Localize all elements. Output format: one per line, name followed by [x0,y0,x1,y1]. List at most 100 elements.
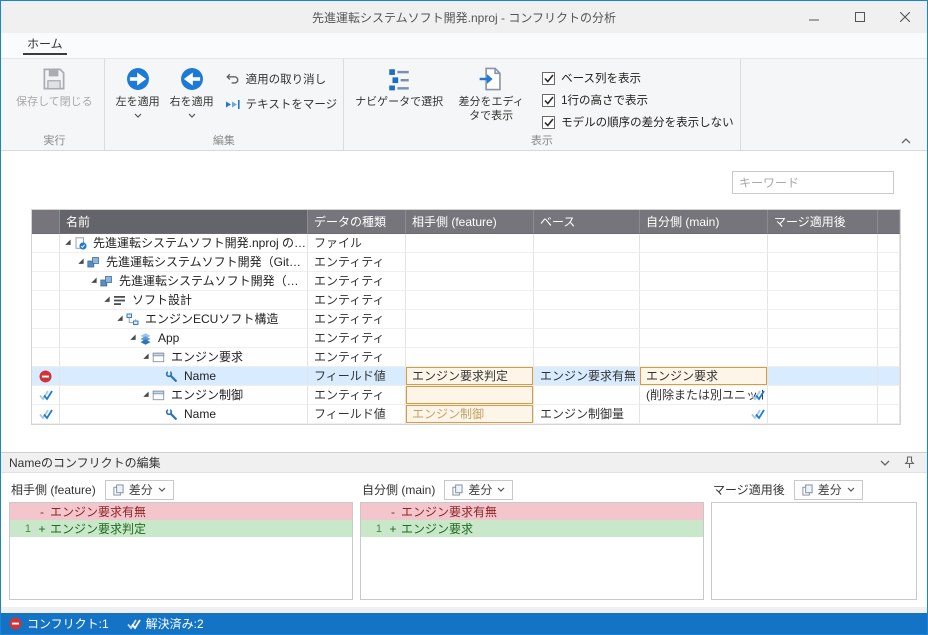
base-cell[interactable] [534,310,640,329]
mine-cell[interactable] [640,253,768,272]
name-cell[interactable]: Name [60,405,308,424]
name-cell[interactable]: ◢先進運転システムソフト開発.nproj の差分 [60,234,308,253]
minimize-button[interactable] [792,1,837,33]
merge-text-button[interactable]: テキストをマージ [225,96,337,112]
partner-cell[interactable] [406,310,534,329]
table-row[interactable]: ◢先進運転システムソフト開発（Gitデモ）エンティティ [32,272,900,291]
undo-apply-button[interactable]: 適用の取り消し [225,71,337,87]
merged-cell[interactable] [768,310,878,329]
base-cell[interactable] [534,272,640,291]
partner-cell[interactable] [406,272,534,291]
table-row[interactable]: ◢エンジンECUソフト構造エンティティ [32,310,900,329]
base-cell[interactable]: エンジン制御量 [534,405,640,424]
merged-cell[interactable] [768,291,878,310]
table-row[interactable]: ◢Appエンティティ [32,329,900,348]
base-cell[interactable] [534,253,640,272]
table-row[interactable]: ◢エンジン制御エンティティ(削除または別ユニットに.. [32,386,900,405]
name-cell[interactable]: ◢エンジン要求 [60,348,308,367]
tree-expander-icon[interactable]: ◢ [140,348,152,366]
merged-cell[interactable] [768,234,878,253]
base-cell[interactable] [534,234,640,253]
partner-cell[interactable]: エンジン制御 [406,405,534,424]
ribbon-collapse-button[interactable] [901,138,911,144]
base-cell[interactable]: エンジン要求有無 [534,367,640,386]
apply-left-button[interactable]: 左を適用 [111,62,165,118]
apply-right-button[interactable]: 右を適用 [165,62,219,118]
partner-cell[interactable] [406,253,534,272]
save-and-close-button[interactable]: 保存して閉じる [11,62,98,110]
diff-content[interactable]: -エンジン要求有無1+エンジン要求判定 [9,502,353,600]
column-header-0[interactable]: 名前 [60,210,308,234]
view-checkbox-1[interactable]: 1行の高さで表示 [542,92,734,108]
base-cell[interactable] [534,291,640,310]
mine-cell[interactable] [640,329,768,348]
partner-cell[interactable] [406,348,534,367]
base-cell[interactable] [534,348,640,367]
table-row[interactable]: Nameフィールド値エンジン制御エンジン制御量 [32,405,900,424]
table-row[interactable]: ◢先進運転システムソフト開発（Gitデモ）エンティティ [32,253,900,272]
mine-cell[interactable] [640,310,768,329]
merged-cell[interactable] [768,367,878,386]
tree-expander-icon[interactable]: ◢ [101,291,113,309]
pin-icon[interactable] [904,456,915,469]
tree-expander-icon[interactable]: ◢ [75,253,87,271]
table-row[interactable]: ◢エンジン要求エンティティ [32,348,900,367]
collapse-panel-icon[interactable] [880,460,890,466]
show-diff-in-editor-button[interactable]: 差分をエディタで表示 [448,62,534,124]
mine-cell[interactable] [640,234,768,253]
column-header-2[interactable]: 相手側 (feature) [406,210,534,234]
tree-expander-icon[interactable]: ◢ [140,386,152,404]
diff-mode-dropdown[interactable]: 差分 [444,480,513,500]
titlebar[interactable]: 先進運転システムソフト開発.nproj - コンフリクトの分析 [1,1,927,33]
chevron-down-icon[interactable] [134,113,142,118]
name-cell[interactable]: ◢エンジン制御 [60,386,308,405]
mine-cell[interactable]: (削除または別ユニットに.. [640,386,768,405]
merged-cell[interactable] [768,253,878,272]
diff-content[interactable]: -エンジン要求有無1+エンジン要求 [360,502,704,600]
diff-mode-dropdown[interactable]: 差分 [794,480,863,500]
name-cell[interactable]: Name [60,367,308,386]
column-header-1[interactable]: データの種類 [308,210,406,234]
base-cell[interactable] [534,386,640,405]
merged-cell[interactable] [768,405,878,424]
tree-expander-icon[interactable]: ◢ [88,272,100,290]
merged-cell[interactable] [768,272,878,291]
view-checkbox-2[interactable]: モデルの順序の差分を表示しない [542,114,734,130]
name-cell[interactable]: ◢先進運転システムソフト開発（Gitデモ） [60,253,308,272]
name-cell[interactable]: ◢ソフト設計 [60,291,308,310]
view-checkbox-0[interactable]: ベース列を表示 [542,70,734,86]
name-cell[interactable]: ◢エンジンECUソフト構造 [60,310,308,329]
maximize-button[interactable] [837,1,882,33]
column-header-4[interactable]: 自分側 (main) [640,210,768,234]
chevron-down-icon[interactable] [188,113,196,118]
tree-expander-icon[interactable]: ◢ [114,310,126,328]
diff-mode-dropdown[interactable]: 差分 [105,480,174,500]
mine-cell[interactable] [640,272,768,291]
base-cell[interactable] [534,329,640,348]
name-cell[interactable]: ◢先進運転システムソフト開発（Gitデモ） [60,272,308,291]
select-in-navigator-button[interactable]: ナビゲータで選択 [350,62,448,110]
tab-home[interactable]: ホーム [11,31,79,58]
mine-cell[interactable] [640,291,768,310]
partner-cell[interactable] [406,234,534,253]
merged-cell[interactable] [768,329,878,348]
column-header-5[interactable]: マージ適用後 [768,210,878,234]
column-header-3[interactable]: ベース [534,210,640,234]
merged-cell[interactable] [768,348,878,367]
mine-cell[interactable] [640,405,768,424]
close-button[interactable] [882,1,927,33]
merged-cell[interactable] [768,386,878,405]
name-cell[interactable]: ◢App [60,329,308,348]
partner-cell[interactable]: エンジン要求判定 [406,367,534,386]
mine-cell[interactable] [640,348,768,367]
mine-cell[interactable]: エンジン要求 [640,367,768,386]
diff-content[interactable] [711,502,917,600]
partner-cell[interactable] [406,386,534,405]
partner-cell[interactable] [406,329,534,348]
tree-expander-icon[interactable]: ◢ [62,234,74,252]
table-row[interactable]: ◢ソフト設計エンティティ [32,291,900,310]
partner-cell[interactable] [406,291,534,310]
tree-expander-icon[interactable]: ◢ [127,329,139,347]
table-row[interactable]: ◢先進運転システムソフト開発.nproj の差分ファイル [32,234,900,253]
keyword-search-input[interactable] [732,171,894,194]
